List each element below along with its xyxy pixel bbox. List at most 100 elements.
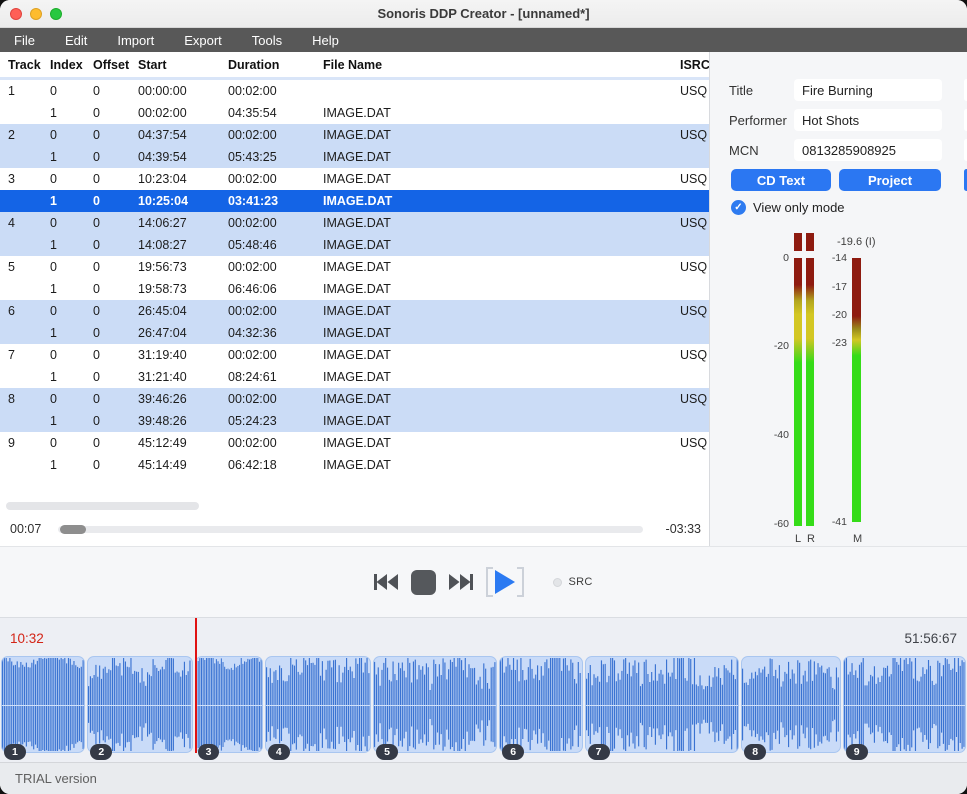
cell-file: IMAGE.DAT xyxy=(323,260,680,274)
cell-index: 1 xyxy=(50,106,93,120)
stop-button[interactable] xyxy=(411,570,436,595)
cell-file: IMAGE.DAT xyxy=(323,150,680,164)
cd-text-button[interactable]: CD Text xyxy=(731,169,831,191)
cell-duration: 00:02:00 xyxy=(228,436,323,450)
cell-offset: 0 xyxy=(93,150,138,164)
cell-isrc: USQ xyxy=(680,304,709,318)
column-header-duration[interactable]: Duration xyxy=(228,58,323,72)
cell-track: 8 xyxy=(8,392,50,406)
table-row[interactable]: 1000:02:0004:35:54IMAGE.DAT xyxy=(0,102,709,124)
cell-start: 39:46:26 xyxy=(138,392,228,406)
playhead[interactable] xyxy=(195,618,197,753)
track-badge: 3 xyxy=(198,744,220,760)
table-row[interactable]: 30010:23:0400:02:00IMAGE.DATUSQ xyxy=(0,168,709,190)
minimize-button[interactable] xyxy=(30,8,42,20)
cell-file: IMAGE.DAT xyxy=(323,436,680,450)
column-header-file-name[interactable]: File Name xyxy=(323,58,680,72)
menu-help[interactable]: Help xyxy=(310,31,341,50)
cell-index: 1 xyxy=(50,194,93,208)
loudness-value: -19.6 (I) xyxy=(837,236,876,248)
performer-input[interactable] xyxy=(794,109,942,131)
table-row[interactable]: 1019:58:7306:46:06IMAGE.DAT xyxy=(0,278,709,300)
scrollbar-thumb[interactable] xyxy=(6,502,199,510)
table-row[interactable]: 1004:39:5405:43:25IMAGE.DAT xyxy=(0,146,709,168)
track-block-3[interactable]: 3 xyxy=(195,656,263,753)
menu-export[interactable]: Export xyxy=(182,31,224,50)
table-row[interactable]: 50019:56:7300:02:00IMAGE.DATUSQ xyxy=(0,256,709,278)
title-input[interactable] xyxy=(794,79,942,101)
track-badge: 7 xyxy=(588,744,610,760)
table-header: TrackIndexOffsetStartDurationFile NameIS… xyxy=(0,52,709,77)
waveform xyxy=(265,656,371,753)
table-row[interactable]: 90045:12:4900:02:00IMAGE.DATUSQ xyxy=(0,432,709,454)
view-only-label: View only mode xyxy=(753,200,845,215)
menu-edit[interactable]: Edit xyxy=(63,31,89,50)
track-block-6[interactable]: 6 xyxy=(499,656,582,753)
performer-label: Performer xyxy=(729,113,794,128)
cell-track: 1 xyxy=(8,84,50,98)
table-row[interactable]: 1010:25:0403:41:23IMAGE.DAT xyxy=(0,190,709,212)
table-row[interactable]: 40014:06:2700:02:00IMAGE.DATUSQ xyxy=(0,212,709,234)
cell-offset: 0 xyxy=(93,172,138,186)
play-button[interactable] xyxy=(488,566,522,598)
cell-file: IMAGE.DAT xyxy=(323,326,680,340)
cell-track: 4 xyxy=(8,216,50,230)
performer-row: Performer xyxy=(729,109,967,131)
table-row[interactable]: 1014:08:2705:48:46IMAGE.DAT xyxy=(0,234,709,256)
zero-line xyxy=(500,705,581,706)
column-header-track[interactable]: Track xyxy=(8,58,50,72)
cell-duration: 08:24:61 xyxy=(228,370,323,384)
track-block-2[interactable]: 2 xyxy=(87,656,192,753)
previous-track-button[interactable] xyxy=(374,574,398,590)
meter-scale-label: -60 xyxy=(759,518,789,530)
project-button[interactable]: Project xyxy=(839,169,941,191)
menu-import[interactable]: Import xyxy=(115,31,156,50)
track-block-5[interactable]: 5 xyxy=(373,656,497,753)
cell-track: 7 xyxy=(8,348,50,362)
table-row[interactable]: 60026:45:0400:02:00IMAGE.DATUSQ xyxy=(0,300,709,322)
cell-start: 26:47:04 xyxy=(138,326,228,340)
statusbar: TRIAL version xyxy=(0,762,967,794)
mcn-input[interactable] xyxy=(794,139,942,161)
zoom-button[interactable] xyxy=(50,8,62,20)
menu-tools[interactable]: Tools xyxy=(250,31,284,50)
table-row[interactable]: 1031:21:4008:24:61IMAGE.DAT xyxy=(0,366,709,388)
menu-file[interactable]: File xyxy=(12,31,37,50)
next-track-button[interactable] xyxy=(449,574,473,590)
zero-line xyxy=(196,705,262,706)
table-row[interactable]: 10000:00:0000:02:00USQ xyxy=(0,80,709,102)
table-row[interactable]: 1045:14:4906:42:18IMAGE.DAT xyxy=(0,454,709,476)
loudness-meter xyxy=(852,258,861,522)
cell-index: 0 xyxy=(50,172,93,186)
elapsed-time: 00:07 xyxy=(10,522,54,536)
track-block-7[interactable]: 7 xyxy=(585,656,740,753)
seek-thumb[interactable] xyxy=(60,525,86,534)
track-block-8[interactable]: 8 xyxy=(741,656,841,753)
horizontal-scrollbar[interactable] xyxy=(0,502,709,510)
track-block-4[interactable]: 4 xyxy=(265,656,371,753)
table-row[interactable]: 1039:48:2605:24:23IMAGE.DAT xyxy=(0,410,709,432)
seek-slider[interactable] xyxy=(58,526,643,533)
track-badge: 5 xyxy=(376,744,398,760)
waveform-timeline[interactable]: 10:32 51:56:67 123456789 xyxy=(0,617,967,762)
table-row[interactable]: 1026:47:0404:32:36IMAGE.DAT xyxy=(0,322,709,344)
src-indicator xyxy=(553,578,562,587)
mcn-row: MCN xyxy=(729,139,967,161)
cell-track: 5 xyxy=(8,260,50,274)
column-header-isrc[interactable]: ISRC xyxy=(680,58,709,72)
table-row[interactable]: 20004:37:5400:02:00IMAGE.DATUSQ xyxy=(0,124,709,146)
column-header-start[interactable]: Start xyxy=(138,58,228,72)
column-header-index[interactable]: Index xyxy=(50,58,93,72)
cell-index: 1 xyxy=(50,326,93,340)
column-header-offset[interactable]: Offset xyxy=(93,58,138,72)
table-row[interactable]: 70031:19:4000:02:00IMAGE.DATUSQ xyxy=(0,344,709,366)
meter-scale-label: -23 xyxy=(817,337,847,349)
close-button[interactable] xyxy=(10,8,22,20)
table-row[interactable]: 80039:46:2600:02:00IMAGE.DATUSQ xyxy=(0,388,709,410)
stop-icon xyxy=(411,570,436,595)
track-block-1[interactable]: 1 xyxy=(1,656,85,753)
view-only-checkbox[interactable]: ✓ xyxy=(731,200,746,215)
track-block-9[interactable]: 9 xyxy=(843,656,966,753)
zero-line xyxy=(844,705,965,706)
cell-offset: 0 xyxy=(93,216,138,230)
